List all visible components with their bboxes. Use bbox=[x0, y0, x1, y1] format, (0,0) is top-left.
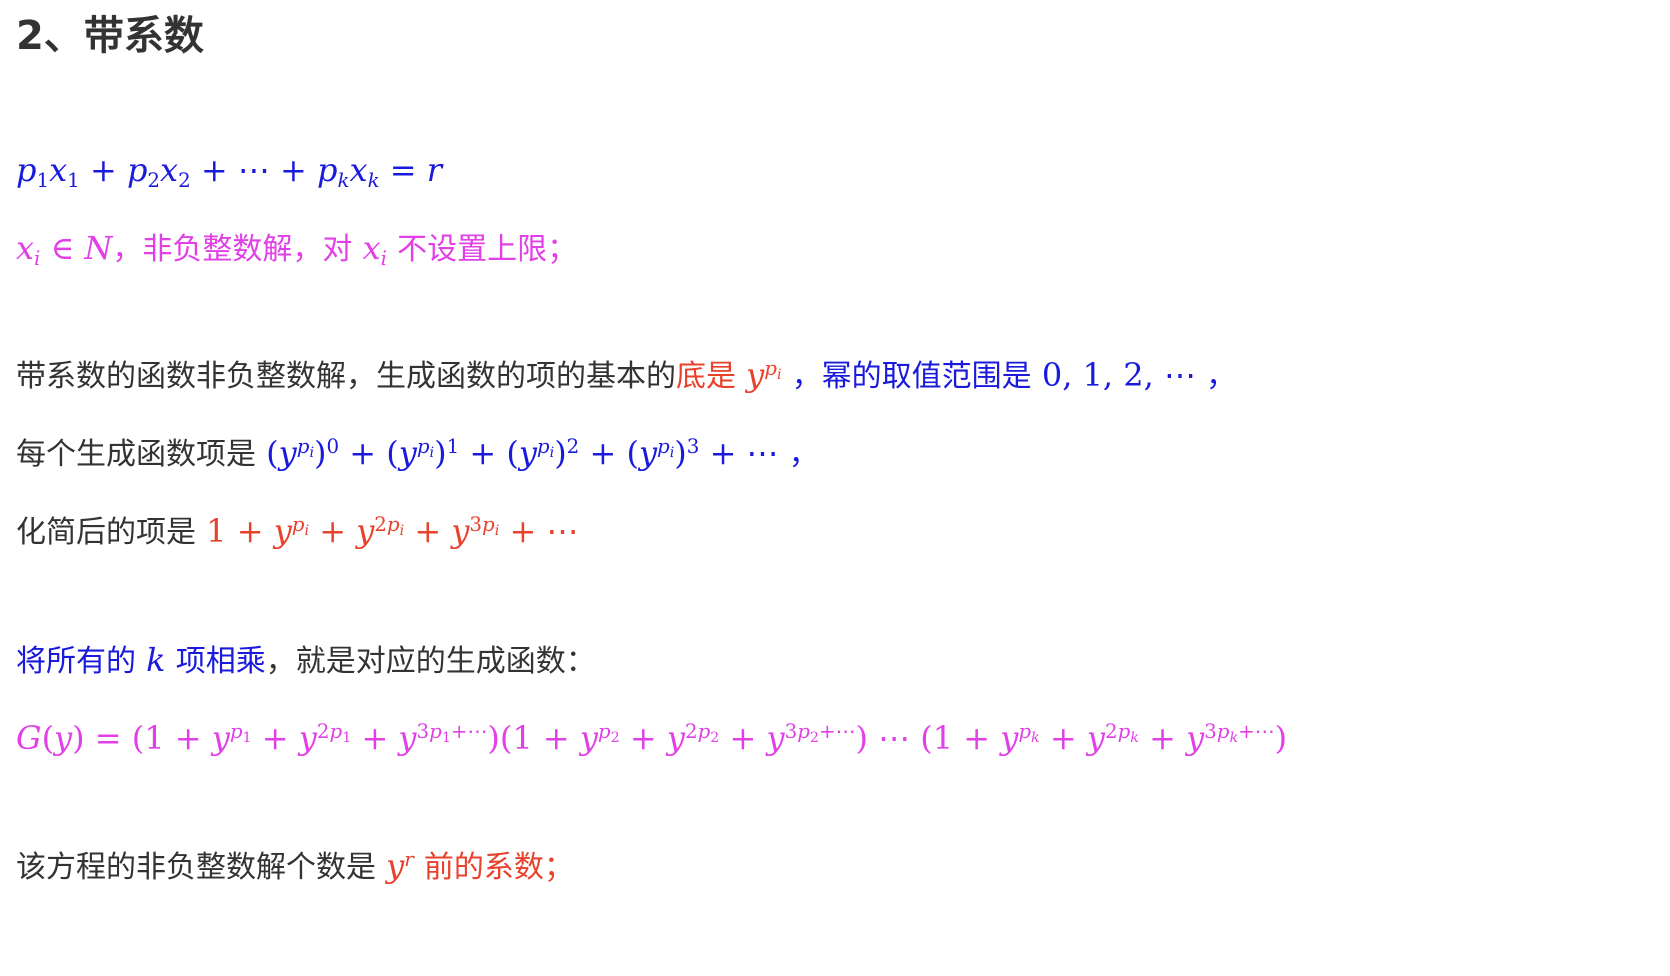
base-text-4: ， bbox=[1206, 359, 1237, 394]
base-text-2: 底是 bbox=[676, 359, 736, 394]
math-simplified-series: 1 + ypi + y2pi + y3pi + ⋯ bbox=[196, 512, 579, 550]
conclusion-text-2: 前的系数； bbox=[423, 850, 574, 885]
base-text-3: ，幂的取值范围是 bbox=[791, 359, 1032, 394]
condition-text-2: 不设置上限； bbox=[397, 232, 578, 267]
term-text-2: ， bbox=[788, 437, 819, 472]
multiply-text-3: ，就是对应的生成函数： bbox=[265, 644, 596, 679]
conclusion-text-1: 该方程的非负整数解个数是 bbox=[16, 850, 376, 885]
condition-line: xi ∈ N，非负整数解，对 xi 不设置上限； bbox=[16, 228, 577, 270]
base-text-1: 带系数的函数非负整数解，生成函数的项的基本的 bbox=[16, 359, 676, 394]
multiply-line: 将所有的 k 项相乘，就是对应的生成函数： bbox=[16, 640, 596, 682]
condition-text-1: ，非负整数解，对 bbox=[112, 232, 353, 267]
conclusion-line: 该方程的非负整数解个数是 yr 前的系数； bbox=[16, 846, 574, 888]
multiply-text-2: 项相乘 bbox=[175, 644, 266, 679]
math-y-r: yr bbox=[386, 847, 414, 885]
math-term-series: (ypi)0 + (ypi)1 + (ypi)2 + (ypi)3 + ⋯ bbox=[256, 434, 789, 472]
simplified-text-1: 化简后的项是 bbox=[16, 515, 196, 550]
simplified-line: 化简后的项是 1 + ypi + y2pi + y3pi + ⋯ bbox=[16, 511, 578, 553]
multiply-text-1: 将所有的 bbox=[16, 644, 136, 679]
math-xi: xi bbox=[362, 229, 387, 270]
section-heading: 2、带系数 bbox=[16, 13, 204, 59]
math-xi-in-n: xi ∈ N bbox=[16, 229, 113, 270]
base-description-line: 带系数的函数非负整数解，生成函数的项的基本的底是 ypi ，幂的取值范围是 0,… bbox=[16, 355, 1236, 397]
term-text-1: 每个生成函数项是 bbox=[16, 437, 256, 472]
term-line: 每个生成函数项是 (ypi)0 + (ypi)1 + (ypi)2 + (ypi… bbox=[16, 433, 819, 475]
generating-function-line: G(y) = (1 + yp1 + y2p1 + y3p1+⋯)(1 + yp2… bbox=[16, 719, 1288, 757]
math-y-pi: ypi bbox=[746, 356, 782, 394]
math-k: k bbox=[146, 641, 166, 679]
equation-line: p1x1 + p2x2 + ⋯ + pkxk = r bbox=[16, 151, 443, 192]
math-power-range: 0, 1, 2, ⋯ bbox=[1031, 356, 1207, 394]
